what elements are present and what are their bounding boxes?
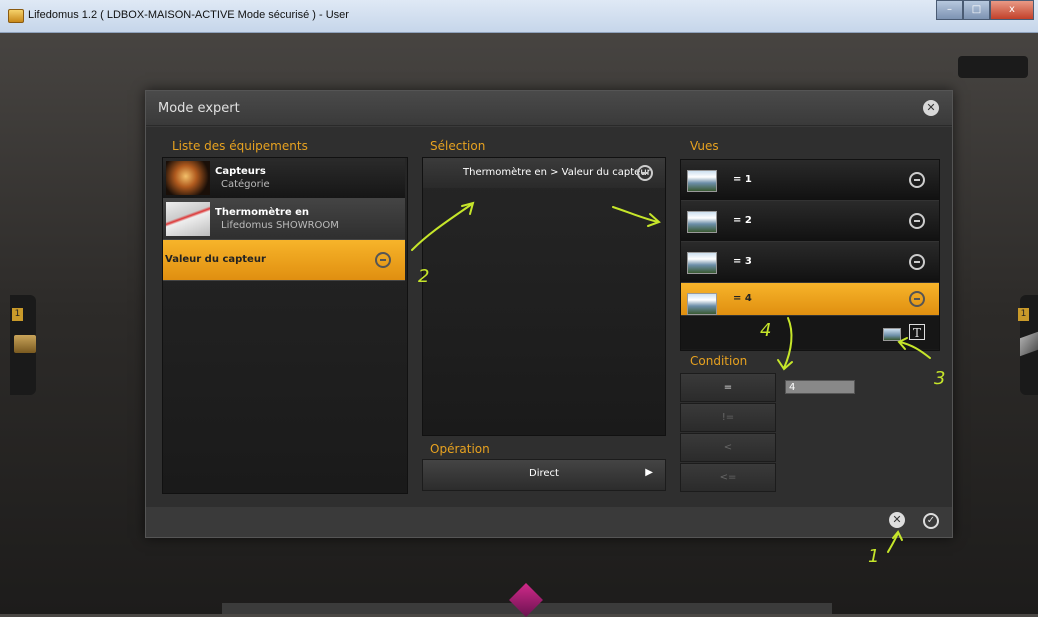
operator-equals-button[interactable]: = [680, 373, 776, 402]
vue-item-2[interactable]: = 2 [681, 201, 939, 242]
vue-item-1[interactable]: = 1 [681, 160, 939, 201]
image-icon [687, 170, 717, 192]
dialog-title: Mode expert [158, 101, 240, 116]
image-icon [687, 211, 717, 233]
remove-icon[interactable] [909, 291, 925, 307]
remove-icon[interactable] [909, 213, 925, 229]
text-type-icon[interactable]: T [909, 324, 925, 340]
vues-header: Vues [690, 139, 719, 153]
vue-label: = 3 [733, 256, 752, 267]
thermometer-icon [166, 202, 210, 236]
vue-item-4[interactable]: = 4 [681, 283, 939, 316]
left-badge: 1 [12, 308, 23, 321]
cancel-icon[interactable]: ✕ [889, 512, 905, 528]
list-item-subtitle: Lifedomus SHOWROOM [221, 220, 339, 231]
remove-icon[interactable] [909, 254, 925, 270]
operator-less-or-equal-button[interactable]: <= [680, 463, 776, 492]
annotation-label-1: 1 [868, 546, 879, 567]
vue-label: = 4 [733, 293, 752, 304]
list-item-label: Valeur du capteur [165, 254, 266, 265]
play-arrow-icon: ▶ [645, 467, 653, 478]
capteurs-thumbnail [166, 161, 210, 195]
vue-item-3[interactable]: = 3 [681, 242, 939, 283]
image-type-icon[interactable] [883, 328, 901, 341]
window-title: Lifedomus 1.2 ( LDBOX-MAISON-ACTIVE Mode… [28, 9, 349, 21]
condition-operators: = != < <= [680, 373, 776, 493]
condition-header: Condition [690, 354, 748, 368]
vue-label: = 1 [733, 174, 752, 185]
condition-value-input[interactable]: 4 [785, 380, 855, 394]
window-controls: – □ x [936, 0, 1034, 20]
close-icon[interactable]: ✕ [923, 100, 939, 116]
operation-dropdown[interactable]: Direct ▶ [422, 459, 666, 491]
list-item-title: Capteurs [215, 166, 266, 177]
dialog-header: Mode expert ✕ [146, 91, 952, 126]
mode-expert-dialog: Mode expert ✕ Liste des équipements Capt… [145, 90, 953, 538]
vues-panel: = 1 = 2 = 3 = 4 T [680, 159, 940, 351]
equipements-header: Liste des équipements [172, 139, 308, 153]
maximize-button[interactable]: □ [963, 0, 990, 20]
operator-not-equals-button[interactable]: != [680, 403, 776, 432]
image-icon [687, 252, 717, 274]
vue-label: = 2 [733, 215, 752, 226]
window-titlebar: Lifedomus 1.2 ( LDBOX-MAISON-ACTIVE Mode… [0, 0, 1038, 33]
list-item-capteurs[interactable]: Capteurs Catégorie [163, 158, 405, 199]
confirm-icon[interactable]: ✓ [923, 513, 939, 529]
dialog-body: Liste des équipements Capteurs Catégorie… [146, 127, 952, 507]
selection-item-label: Thermomètre en > Valeur du capteur [463, 167, 651, 178]
selection-panel: Thermomètre en > Valeur du capteur [422, 157, 666, 436]
selection-item[interactable]: Thermomètre en > Valeur du capteur [423, 158, 665, 188]
list-item-subtitle: Catégorie [221, 179, 270, 190]
folder-icon[interactable] [14, 335, 36, 353]
operation-header: Opération [430, 442, 490, 456]
operator-less-than-button[interactable]: < [680, 433, 776, 462]
image-icon [687, 293, 717, 315]
selection-header: Sélection [430, 139, 486, 153]
minimize-button[interactable]: – [936, 0, 963, 20]
list-item-title: Thermomètre en [215, 207, 310, 218]
close-window-button[interactable]: x [990, 0, 1034, 20]
right-badge: 1 [1018, 308, 1029, 321]
remove-icon[interactable] [375, 252, 391, 268]
list-item-valeur-du-capteur[interactable]: Valeur du capteur [163, 240, 405, 281]
list-item-thermometre[interactable]: Thermomètre en Lifedomus SHOWROOM [163, 199, 405, 240]
remove-icon[interactable] [637, 165, 653, 181]
remove-icon[interactable] [909, 172, 925, 188]
operation-value: Direct [529, 468, 559, 479]
app-icon [8, 9, 24, 23]
top-right-widget [958, 56, 1028, 78]
vue-tools: T [681, 316, 939, 349]
equipements-panel: Capteurs Catégorie Thermomètre en Lifedo… [162, 157, 408, 494]
